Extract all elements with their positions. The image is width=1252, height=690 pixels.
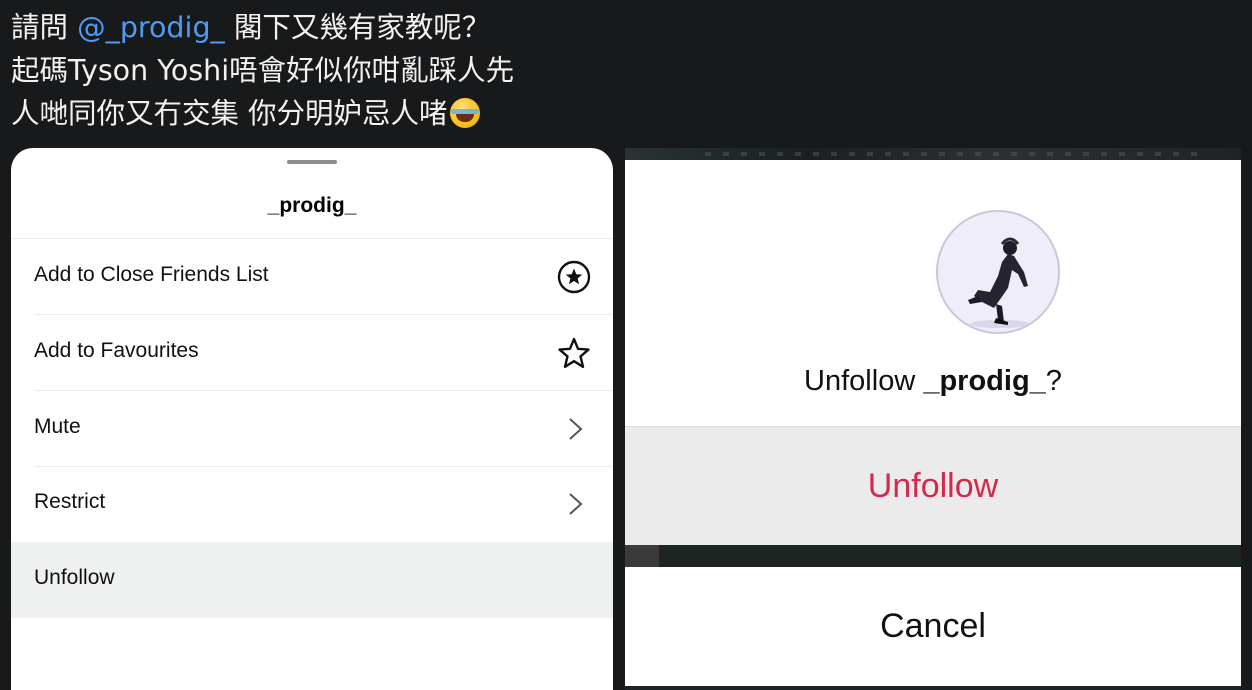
background-strip (625, 148, 1241, 160)
background-texture (705, 152, 1205, 156)
star-outline-icon (558, 337, 590, 368)
cancel-button-label: Cancel (880, 607, 986, 645)
profile-action-sheet: _prodig_ Add to Close Friends List Add t… (11, 148, 613, 690)
post-line-3: 人哋同你又冇交集 你分明妒忌人啫 (11, 92, 514, 135)
sheet-drag-handle[interactable] (287, 160, 337, 164)
mention-link[interactable]: @_prodig_ (77, 11, 225, 44)
unfollow-confirm-dialog: Unfollow _prodig_? Unfollow Cancel (625, 148, 1241, 690)
question-prefix: Unfollow (804, 365, 924, 397)
chevron-right-icon (569, 493, 583, 515)
menu-item-close-friends[interactable]: Add to Close Friends List (11, 239, 613, 315)
unfollow-button[interactable]: Unfollow (625, 426, 1241, 545)
unfollow-question: Unfollow _prodig_? (625, 365, 1241, 398)
page-edge (1241, 0, 1252, 690)
post-line-2: 起碼Tyson Yoshi唔會好似你咁亂踩人先 (11, 54, 515, 87)
cancel-button[interactable]: Cancel (625, 567, 1241, 686)
sheet-title: _prodig_ (267, 194, 357, 217)
avatar-figure-icon (938, 212, 1058, 332)
menu-item-mute[interactable]: Mute (11, 391, 613, 467)
post-line-1-prefix: 請問 (11, 11, 78, 44)
post-text: 請問 @_prodig_ 閣下又幾有家教呢？ 起碼Tyson Yoshi唔會好似… (11, 6, 514, 135)
question-username: _prodig_ (923, 365, 1046, 397)
menu-item-unfollow[interactable]: Unfollow (11, 542, 613, 618)
star-circle-icon (557, 260, 591, 294)
post-line-3-text: 人哋同你又冇交集 你分明妒忌人啫 (11, 97, 448, 130)
unfollow-button-label: Unfollow (867, 467, 999, 505)
menu-item-label: Restrict (34, 490, 106, 513)
laughing-emoji-icon (449, 98, 480, 128)
menu-item-label: Mute (34, 415, 81, 438)
chevron-right-icon (569, 418, 583, 440)
menu-item-label: Add to Close Friends List (34, 263, 269, 286)
confirm-card: Unfollow _prodig_? (625, 160, 1241, 426)
post-line-1: 請問 @_prodig_ 閣下又幾有家教呢？ (11, 6, 514, 49)
avatar (936, 210, 1060, 334)
menu-item-restrict[interactable]: Restrict (11, 466, 613, 542)
menu-item-label: Add to Favourites (34, 339, 199, 362)
menu-item-favourites[interactable]: Add to Favourites (11, 315, 613, 391)
background-strip (625, 545, 1241, 567)
post-line-1-suffix: 閣下又幾有家教呢？ (224, 11, 491, 44)
menu-item-label: Unfollow (34, 566, 115, 589)
question-suffix: ? (1045, 365, 1062, 397)
